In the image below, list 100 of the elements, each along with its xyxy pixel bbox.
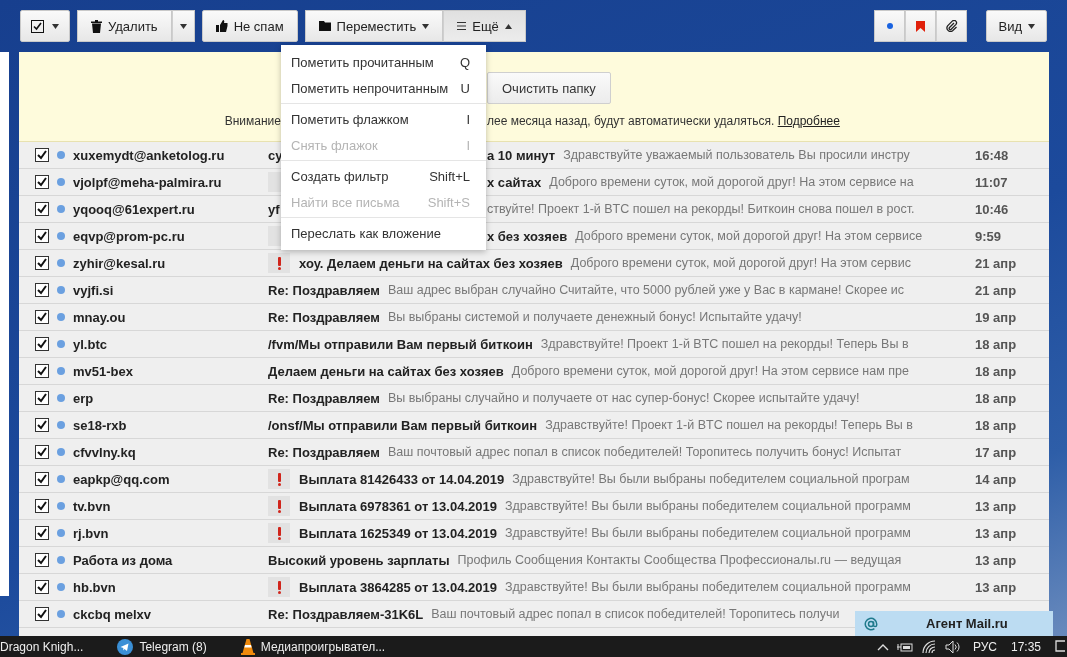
email-date: 21 апр: [975, 255, 1017, 271]
volume-icon[interactable]: [944, 639, 961, 654]
agent-popup[interactable]: Агент Mail.ru: [855, 611, 1053, 636]
sender-name: tv.bvn: [73, 498, 112, 514]
email-row[interactable]: mnay.ou Re: Поздравляем Вы выбраны системой и получаете денежный бонус! Испытайте удачу! 19 апр: [19, 304, 1049, 331]
chevron-up-icon[interactable]: [876, 642, 889, 651]
unread-dot[interactable]: [57, 529, 65, 537]
email-snippet: Профиль Сообщения Контакты Сообщества Профессионалы.ru — ведущая: [457, 553, 902, 567]
email-subject: yf: [268, 201, 280, 217]
email-row[interactable]: hb.bvn Выплата 3864285 от 13.04.2019 Здравствуйте! Вы были выбраны победителем социальной программ 13 апр: [19, 574, 1049, 601]
email-row[interactable]: yl.btc /fvm/Мы отправили Вам первый биткоин Здравствуйте! Проект 1-й BTC пошел на рекорды! Теперь Вы в 18 апр: [19, 331, 1049, 358]
taskbar-app[interactable]: Медиапроигрывател...: [240, 638, 406, 655]
delete-dropdown-button[interactable]: [171, 10, 195, 42]
email-row[interactable]: vyjfi.si Re: Поздравляем Ваш адрес выбран случайно Считайте, что 5000 рублей уже у Вас в кармане! Скорее ис 21 апр: [19, 277, 1049, 304]
email-date: 13 апр: [975, 498, 1017, 514]
more-link[interactable]: Подробнее: [777, 114, 840, 128]
unread-dot[interactable]: [57, 610, 65, 618]
important-flag[interactable]: [268, 496, 290, 516]
checkbox[interactable]: [35, 148, 49, 162]
unread-dot[interactable]: [57, 475, 65, 483]
important-flag[interactable]: [268, 577, 290, 597]
flag-filter-button[interactable]: [905, 10, 937, 42]
email-row[interactable]: mv51-bex Делаем деньги на сайтах без хозяев Доброго времени суток, мой дорогой друг! На этом сервисе нам пре 18 апр: [19, 358, 1049, 385]
email-subject: Выплата 3864285 от 13.04.2019: [299, 579, 497, 595]
sender-name: zyhir@kesal.ru: [73, 255, 167, 271]
email-subject: Re: Поздравляем-31K6L: [268, 606, 424, 622]
unread-dot[interactable]: [57, 448, 65, 456]
checkbox[interactable]: [35, 391, 49, 405]
important-flag[interactable]: [268, 253, 290, 273]
unread-dot[interactable]: [57, 502, 65, 510]
checkbox[interactable]: [35, 175, 49, 189]
email-date: 18 апр: [975, 336, 1017, 352]
menu-item[interactable]: Пометить прочитанным Q: [281, 49, 486, 75]
unread-dot[interactable]: [57, 313, 65, 321]
menu-item[interactable]: Пометить флажком I: [281, 106, 486, 132]
unread-dot[interactable]: [57, 340, 65, 348]
delete-button[interactable]: Удалить: [77, 10, 172, 42]
email-row[interactable]: tv.bvn Выплата 6978361 от 13.04.2019 Здравствуйте! Вы были выбраны победителем социальной программ 13 апр: [19, 493, 1049, 520]
unread-dot[interactable]: [57, 151, 65, 159]
checkbox[interactable]: [35, 499, 49, 513]
menu-item[interactable]: Переслать как вложение: [281, 220, 486, 246]
view-button[interactable]: Вид: [986, 10, 1047, 42]
checkbox[interactable]: [35, 526, 49, 540]
email-row[interactable]: cfvvlny.kq Re: Поздравляем Ваш почтовый адрес попал в список победителей! Торопитесь получить бонус! Испытат 17 апр: [19, 439, 1049, 466]
email-row[interactable]: Работа из дома Высокий уровень зарплаты Профиль Сообщения Контакты Сообщества Профессионалы.ru — ведущая 13 апр: [19, 547, 1049, 574]
checkbox[interactable]: [35, 256, 49, 270]
email-row[interactable]: erp Re: Поздравляем Вы выбраны случайно и получаете от нас супер-бонус! Скорее испытайте удачу! 18 апр: [19, 385, 1049, 412]
unread-dot[interactable]: [57, 583, 65, 591]
sender-name: eqvp@prom-pc.ru: [73, 228, 186, 244]
email-snippet: Ваш почтовый адрес попал в список победителей! Торопитесь получи: [431, 607, 840, 621]
checkbox[interactable]: [35, 445, 49, 459]
unread-dot[interactable]: [57, 556, 65, 564]
unread-dot[interactable]: [57, 421, 65, 429]
language-indicator[interactable]: РУС: [972, 639, 997, 654]
unread-filter-button[interactable]: [874, 10, 906, 42]
unread-dot[interactable]: [57, 367, 65, 375]
thumbs-up-icon: [215, 20, 228, 32]
unread-dot[interactable]: [57, 259, 65, 267]
exclamation-icon: [277, 256, 281, 270]
unread-dot[interactable]: [57, 286, 65, 294]
checkbox[interactable]: [35, 607, 49, 621]
checkbox[interactable]: [35, 418, 49, 432]
move-button[interactable]: Переместить: [304, 10, 444, 42]
important-marker[interactable]: [268, 172, 281, 192]
checkbox[interactable]: [35, 580, 49, 594]
attachment-filter-button[interactable]: [936, 10, 968, 42]
unread-dot[interactable]: [57, 394, 65, 402]
important-flag[interactable]: [268, 469, 290, 489]
sender-name: mnay.ou: [73, 309, 127, 325]
taskbar-app[interactable]: Dragon Knigh...: [0, 639, 104, 654]
checkbox[interactable]: [35, 310, 49, 324]
taskbar-app[interactable]: Telegram (8): [117, 638, 227, 655]
checkbox[interactable]: [35, 283, 49, 297]
select-all-button[interactable]: [20, 10, 70, 42]
unread-dot[interactable]: [57, 205, 65, 213]
checkbox[interactable]: [35, 337, 49, 351]
dot-icon: [886, 23, 893, 29]
checkbox[interactable]: [35, 553, 49, 567]
not-spam-button[interactable]: Не спам: [201, 10, 298, 42]
unread-dot[interactable]: [57, 232, 65, 240]
important-flag[interactable]: [268, 523, 290, 543]
clear-folder-button[interactable]: Очистить папку: [487, 72, 611, 104]
clock[interactable]: 17:35: [1010, 639, 1041, 654]
checkbox[interactable]: [35, 229, 49, 243]
email-date: 18 апр: [975, 417, 1017, 433]
unread-dot[interactable]: [57, 178, 65, 186]
email-row[interactable]: rj.bvn Выплата 1625349 от 13.04.2019 Здравствуйте! Вы были выбраны победителем социальной программ 13 апр: [19, 520, 1049, 547]
checkbox[interactable]: [35, 364, 49, 378]
email-row[interactable]: eapkp@qq.com Выплата 81426433 от 14.04.2019 Здравствуйте! Вы были выбраны победителем социальной програм 14 апр: [19, 466, 1049, 493]
checkbox[interactable]: [35, 472, 49, 486]
more-button[interactable]: Ещё: [443, 10, 526, 42]
battery-icon[interactable]: [896, 640, 913, 653]
menu-item[interactable]: Пометить непрочитанным U: [281, 75, 486, 101]
wifi-icon[interactable]: [920, 639, 937, 654]
checkbox[interactable]: [35, 202, 49, 216]
important-marker[interactable]: [268, 226, 281, 246]
notification-icon[interactable]: [1055, 639, 1065, 654]
sender-name: rj.bvn: [73, 525, 110, 541]
email-row[interactable]: se18-rxb /onsf/Мы отправили Вам первый биткоин Здравствуйте! Проект 1-й BTC пошел на рекорды! Теперь Вы в 18 апр: [19, 412, 1049, 439]
email-subject: х сайтах: [487, 174, 542, 190]
